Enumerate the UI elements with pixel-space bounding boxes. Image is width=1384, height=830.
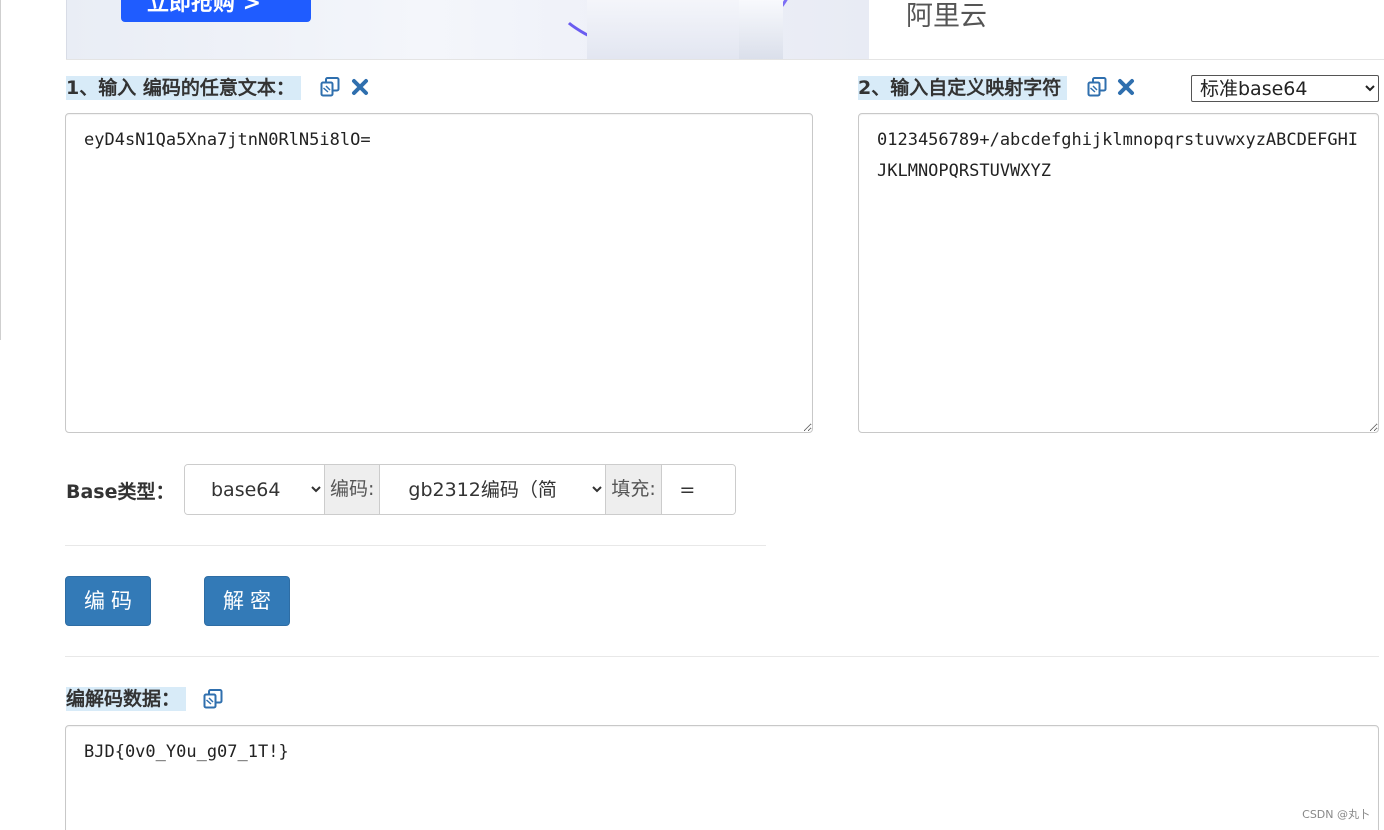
banner-decoration (739, 0, 783, 59)
brand-text: 阿里云 (906, 1, 987, 32)
mapping-textarea[interactable]: 0123456789+/abcdefghijklmnopqrstuvwxyzAB… (858, 113, 1379, 433)
divider (66, 59, 1384, 60)
base-type-label: Base类型： (66, 481, 175, 503)
encoding-select[interactable]: gb2312编码（简 (380, 465, 606, 514)
copy-icon[interactable] (1086, 76, 1108, 98)
clear-icon[interactable] (1116, 77, 1138, 99)
mapping-preset-select[interactable]: 标准base64 (1191, 75, 1379, 102)
clear-icon[interactable] (350, 77, 372, 99)
output-heading: 编解码数据： (66, 687, 187, 711)
copy-icon[interactable] (319, 76, 341, 98)
divider (65, 656, 1379, 657)
decode-button[interactable]: 解密 (204, 576, 290, 626)
mapping-heading: 2、输入自定义映射字符 (858, 76, 1068, 100)
input-heading: 1、输入 编码的任意文本： (66, 76, 301, 100)
options-group: base64 编码: gb2312编码（简 填充: (184, 464, 736, 515)
encode-button[interactable]: 编码 (65, 576, 151, 626)
output-textarea[interactable]: BJD{0v0_Y0u_g07_1T!} (65, 725, 1379, 830)
copy-icon[interactable] (202, 688, 224, 710)
ad-banner[interactable]: 立即抢购 > (66, 0, 869, 59)
watermark: CSDN @丸卜 (1302, 808, 1370, 821)
page: 立即抢购 > 阿里云 1、输入 编码的任意文本： eyD4sN1Qa5Xna7j… (0, 0, 1384, 830)
encoding-label: 编码: (324, 465, 381, 514)
padding-input[interactable] (661, 465, 735, 514)
padding-label: 填充: (605, 465, 662, 514)
left-divider (0, 0, 1, 340)
divider (65, 545, 766, 546)
input-textarea[interactable]: eyD4sN1Qa5Xna7jtnN0RlN5i8lO= (65, 113, 813, 433)
banner-buy-button[interactable]: 立即抢购 > (121, 0, 311, 22)
base-type-select[interactable]: base64 (185, 465, 324, 514)
